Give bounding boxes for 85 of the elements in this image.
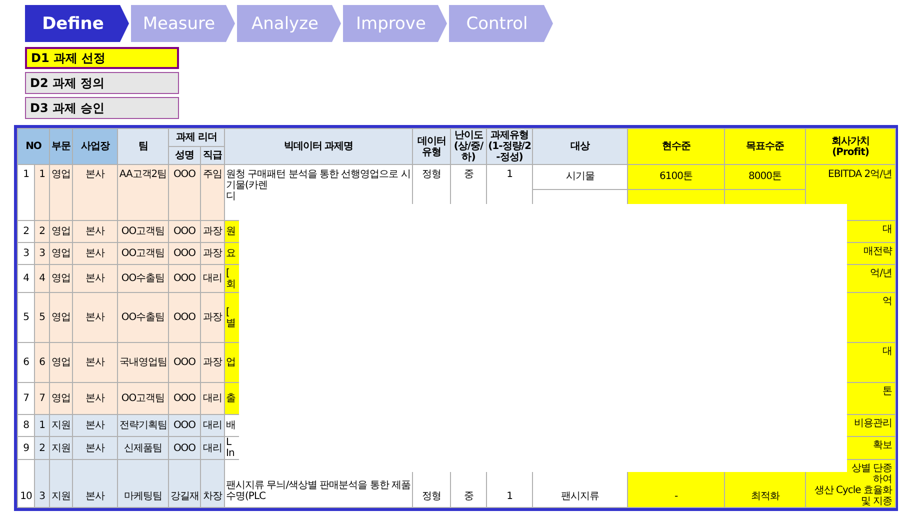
table-cell: 2 — [18, 220, 34, 242]
table-cell: OOO — [168, 220, 200, 242]
table-cell: 본사 — [72, 342, 118, 382]
table-cell: 7 — [18, 382, 34, 414]
table-cell: 강길재 — [168, 460, 200, 508]
table-cell: 영업 — [50, 242, 72, 264]
table-cell: 1 — [18, 164, 34, 220]
table-cell: 지원 — [50, 436, 72, 460]
table-cell: 8 — [18, 414, 34, 436]
column-header: 사업장 — [72, 128, 118, 164]
column-header: 과제 리더 — [168, 128, 225, 146]
table-cell: 3 — [18, 242, 34, 264]
table-cell: 과장 — [200, 292, 225, 342]
column-header: 난이도 (상/중/하) — [450, 128, 487, 164]
column-header: 데이터 유형 — [412, 128, 451, 164]
table-cell: 10 — [18, 460, 34, 508]
table-cell: 과장 — [200, 220, 225, 242]
table-cell: 4 — [18, 264, 34, 292]
table-cell: 본사 — [72, 220, 118, 242]
table-cell: 6 — [34, 342, 50, 382]
table-cell: 3 — [34, 460, 50, 508]
table-cell: 5 — [34, 292, 50, 342]
column-header: 과제유형 (1-정량/2-정성) — [486, 128, 533, 164]
table-cell: 영업 — [50, 292, 72, 342]
column-header: 목표수준 — [724, 128, 806, 164]
table-cell: 대리 — [200, 264, 225, 292]
table-cell: 지원 — [50, 460, 72, 508]
table-cell: 7 — [34, 382, 50, 414]
step-button[interactable]: D3 과제 승인 — [25, 97, 179, 119]
column-header: NO — [18, 128, 50, 164]
table-cell: OO고객팀 — [118, 382, 168, 414]
step-button[interactable]: D1 과제 선정 — [25, 47, 179, 69]
column-header: 현수준 — [628, 128, 725, 164]
table-cell: 대리 — [200, 414, 225, 436]
table-cell: OO수출팀 — [118, 292, 168, 342]
table-cell: 전략기획팀 — [118, 414, 168, 436]
table-cell: 5 — [18, 292, 34, 342]
table-cell: 대리 — [200, 382, 225, 414]
table-cell: OOO — [168, 264, 200, 292]
table-cell: 본사 — [72, 164, 118, 220]
table-cell: 차장 — [200, 460, 225, 508]
column-header: 팀 — [118, 128, 168, 164]
table-cell: OOO — [168, 292, 200, 342]
table-cell: 본사 — [72, 292, 118, 342]
column-header: 성명 — [168, 146, 200, 164]
table-cell: 영업 — [50, 342, 72, 382]
table-cell: 본사 — [72, 436, 118, 460]
column-header: 회사가치 (Profit) — [806, 128, 896, 164]
table-cell: 9 — [18, 436, 34, 460]
table-cell: 본사 — [72, 414, 118, 436]
column-header: 대상 — [532, 128, 628, 164]
table-cell: 국내영업팀 — [118, 342, 168, 382]
table-cell: 본사 — [72, 264, 118, 292]
table-cell: OOO — [168, 242, 200, 264]
column-header: 부문 — [50, 128, 72, 164]
table-cell: OOO — [168, 436, 200, 460]
table-cell: OOO — [168, 382, 200, 414]
table-cell: 4 — [34, 264, 50, 292]
table-cell: OO고객팀 — [118, 242, 168, 264]
table-cell: 과장 — [200, 342, 225, 382]
table-cell: 마케팅팀 — [118, 460, 168, 508]
table-cell: 영업 — [50, 220, 72, 242]
table-cell: 주임 — [200, 164, 225, 220]
table-cell: OOO — [168, 414, 200, 436]
step-button[interactable]: D2 과제 정의 — [25, 72, 179, 94]
table-cell: 대리 — [200, 436, 225, 460]
table-cell: OOO — [168, 342, 200, 382]
table-cell: 6 — [18, 342, 34, 382]
table-cell: 본사 — [72, 242, 118, 264]
table-cell: OO고객팀 — [118, 220, 168, 242]
table-cell: 본사 — [72, 382, 118, 414]
table-cell: OOO — [168, 164, 200, 220]
table-cell: 본사 — [72, 460, 118, 508]
phase-tab[interactable]: Define — [25, 5, 129, 42]
table-cell: 영업 — [50, 382, 72, 414]
table-cell: 영업 — [50, 264, 72, 292]
table-cell: 영업 — [50, 164, 72, 220]
table-cell: 과장 — [200, 242, 225, 264]
column-header: 빅데이터 과제명 — [224, 128, 413, 164]
table-cell: OO수출팀 — [118, 264, 168, 292]
table-cell: 신제품팀 — [118, 436, 168, 460]
table-cell: 지원 — [50, 414, 72, 436]
table-cell: 1 — [34, 164, 50, 220]
column-header: 직급 — [200, 146, 225, 164]
table-cell: AA고객2팀 — [118, 164, 168, 220]
